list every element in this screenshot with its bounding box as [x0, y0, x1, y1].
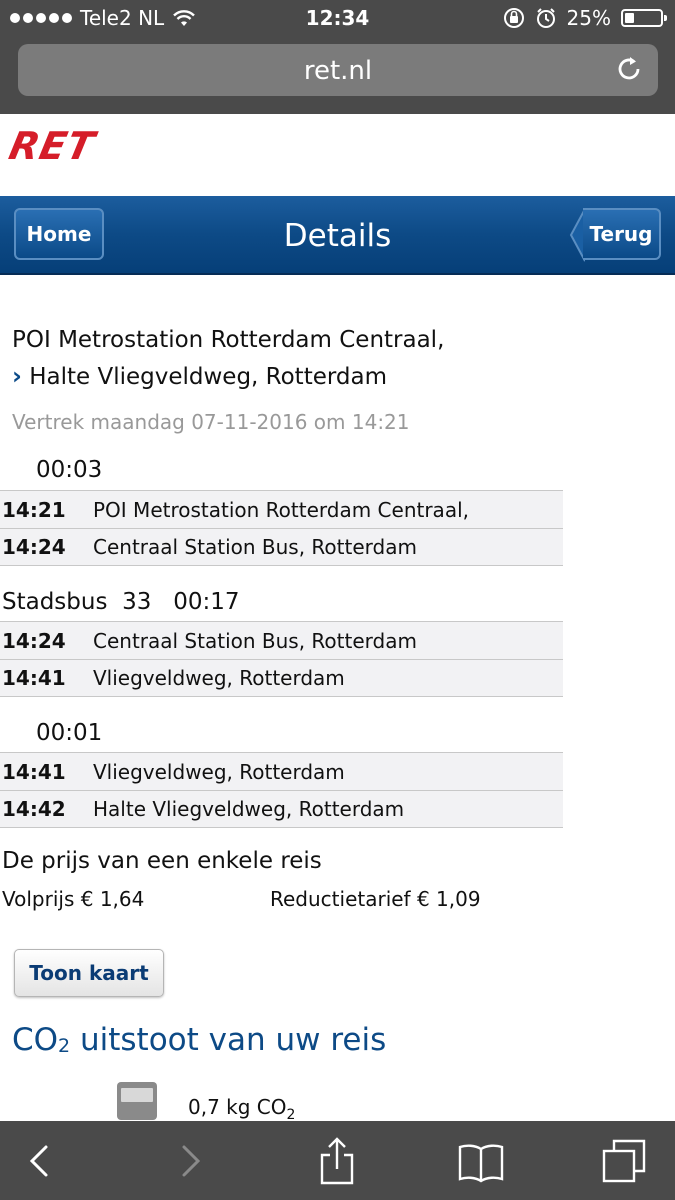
vehicle-icon — [117, 1082, 157, 1120]
reduced-price: Reductietarief € 1,09 — [270, 887, 481, 911]
table-row: 14:42 Halte Vliegveldweg, Rotterdam — [0, 790, 563, 828]
address-bar[interactable]: ret.nl — [18, 44, 658, 96]
row-stop: Vliegveldweg, Rotterdam — [93, 759, 345, 784]
battery-percent: 25% — [566, 6, 611, 30]
tabs-icon[interactable] — [600, 1137, 650, 1185]
row-stop: Halte Vliegveldweg, Rotterdam — [93, 797, 405, 821]
row-stop: POI Metrostation Rotterdam Centraal, — [93, 497, 469, 522]
url-text: ret.nl — [303, 56, 373, 86]
route-from: POI Metrostation Rotterdam Centraal, — [12, 327, 445, 353]
table-row: 14:41 Vliegveldweg, Rotterdam — [0, 659, 563, 697]
table-row: 14:21 POI Metrostation Rotterdam Centraa… — [0, 490, 563, 528]
status-right: 25% — [503, 6, 667, 30]
leg-header: Stadsbus 33 00:17 — [2, 589, 240, 615]
row-time: 14:42 — [2, 797, 66, 821]
status-bar: Tele2 NL 12:34 25% — [0, 0, 675, 38]
back-button[interactable]: Terug — [583, 208, 661, 260]
battery-icon — [621, 9, 667, 27]
table-row: 14:24 Centraal Station Bus, Rotterdam — [0, 621, 563, 659]
browser-chrome: ret.nl — [0, 38, 675, 114]
browser-toolbar — [0, 1121, 675, 1200]
co2-heading: CO2 uitstoot van uw reis — [12, 1022, 387, 1058]
route-summary: POI Metrostation Rotterdam Centraal, › H… — [12, 322, 444, 395]
reload-icon[interactable] — [614, 54, 644, 84]
share-icon[interactable] — [312, 1137, 362, 1185]
row-time: 14:21 — [2, 497, 66, 522]
row-time: 14:24 — [2, 535, 66, 559]
price-heading: De prijs van een enkele reis — [2, 848, 322, 874]
row-stop: Vliegveldweg, Rotterdam — [93, 666, 345, 690]
leg-header: 00:03 — [36, 457, 103, 483]
ret-logo[interactable]: RET — [5, 124, 98, 168]
battery-fill — [625, 13, 634, 23]
chevron-right-icon: › — [12, 362, 22, 390]
orientation-lock-icon — [503, 8, 524, 28]
row-stop: Centraal Station Bus, Rotterdam — [93, 535, 417, 559]
back-icon[interactable] — [18, 1137, 68, 1185]
row-time: 14:41 — [2, 666, 66, 690]
route-to: Halte Vliegveldweg, Rotterdam — [29, 364, 388, 390]
table-row: 14:24 Centraal Station Bus, Rotterdam — [0, 528, 563, 566]
site-header: RET — [0, 114, 675, 196]
route-to-line: › Halte Vliegveldweg, Rotterdam — [12, 358, 444, 395]
nav-bar: Home Details Terug — [0, 196, 675, 275]
forward-icon[interactable] — [164, 1137, 214, 1185]
co2-value: 0,7 kg CO2 — [188, 1095, 296, 1123]
leg-header: 00:01 — [36, 720, 103, 746]
show-map-button[interactable]: Toon kaart — [14, 949, 164, 997]
table-row: 14:41 Vliegveldweg, Rotterdam — [0, 752, 563, 790]
departure-info: Vertrek maandag 07-11-2016 om 14:21 — [12, 410, 410, 434]
bookmarks-icon[interactable] — [456, 1137, 506, 1185]
row-time: 14:24 — [2, 628, 66, 653]
row-time: 14:41 — [2, 759, 66, 784]
row-stop: Centraal Station Bus, Rotterdam — [93, 628, 417, 653]
alarm-icon — [536, 8, 555, 28]
full-price: Volprijs € 1,64 — [2, 887, 145, 911]
